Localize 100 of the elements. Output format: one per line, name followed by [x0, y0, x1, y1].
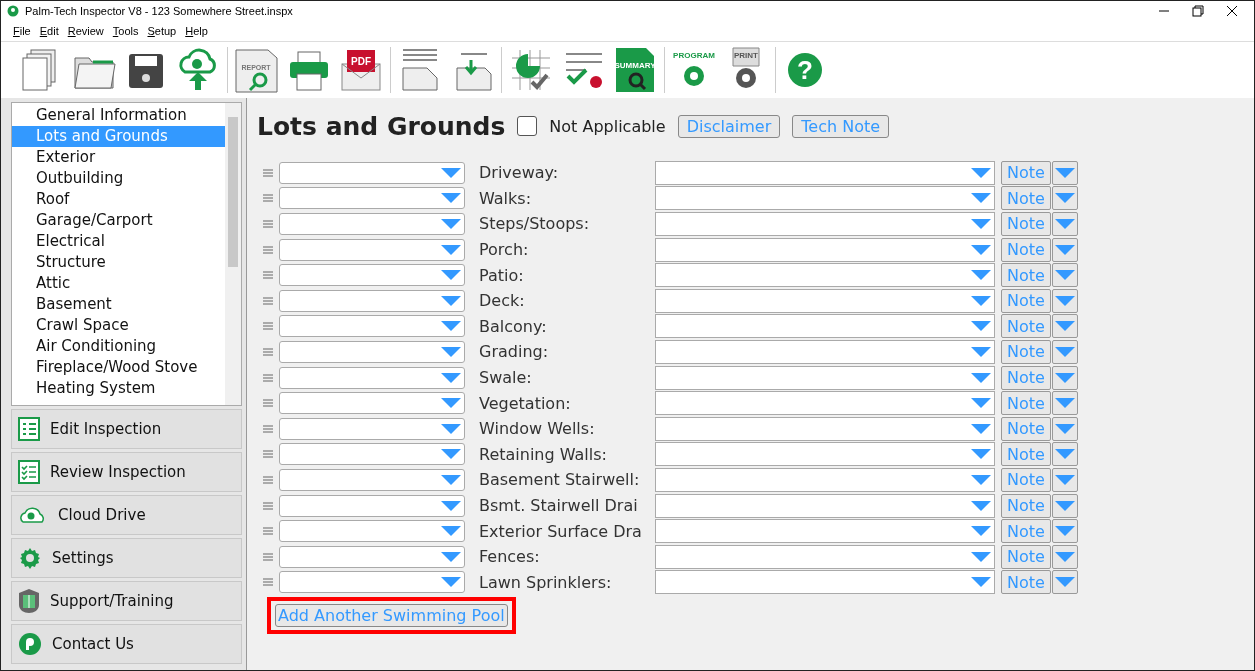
scrollbar[interactable] [225, 103, 241, 405]
dropdown[interactable] [279, 366, 465, 389]
dropdown[interactable] [279, 520, 465, 543]
dropdown[interactable] [279, 494, 465, 517]
dropdown-field[interactable] [655, 288, 995, 313]
close-icon[interactable] [1226, 5, 1238, 17]
dropdown-field[interactable] [655, 519, 995, 544]
program-gear-icon-button[interactable]: PROGRAM [671, 45, 717, 95]
menu-item[interactable]: Edit [39, 25, 59, 37]
note-menu-button[interactable] [1052, 160, 1078, 185]
note-menu-button[interactable] [1052, 288, 1078, 313]
note-menu-button[interactable] [1052, 544, 1078, 569]
nav-button[interactable]: Contact Us [11, 624, 242, 664]
drag-handle-icon[interactable] [263, 194, 273, 203]
note-menu-button[interactable] [1052, 391, 1078, 416]
dropdown[interactable] [279, 289, 465, 312]
note-menu-button[interactable] [1052, 237, 1078, 262]
note-menu-button[interactable] [1052, 365, 1078, 390]
dropdown[interactable] [279, 161, 465, 184]
nav-button[interactable]: Support/Training [11, 581, 242, 621]
print-gear-icon-button[interactable]: PRINT [723, 45, 769, 95]
nav-button[interactable]: Review Inspection [11, 452, 242, 492]
section-item[interactable]: Basement [12, 294, 225, 315]
dropdown[interactable] [279, 187, 465, 210]
note-menu-button[interactable] [1052, 314, 1078, 339]
drag-handle-icon[interactable] [263, 373, 273, 382]
drag-handle-icon[interactable] [263, 424, 273, 433]
menu-item[interactable]: Setup [147, 25, 177, 37]
drag-handle-icon[interactable] [263, 168, 273, 177]
section-item[interactable]: Heating System [12, 378, 225, 399]
note-menu-button[interactable] [1052, 493, 1078, 518]
dropdown-field[interactable] [655, 544, 995, 569]
dropdown-field[interactable] [655, 365, 995, 390]
dropdown-field[interactable] [655, 391, 995, 416]
dropdown-field[interactable] [655, 212, 995, 236]
dropdown-field[interactable] [655, 263, 995, 288]
note-menu-button[interactable] [1052, 442, 1078, 467]
section-item[interactable]: Exterior [12, 147, 225, 168]
restore-icon[interactable] [1192, 5, 1204, 17]
section-item[interactable]: Outbuilding [12, 168, 225, 189]
menu-item[interactable]: Tools [112, 25, 139, 37]
section-item[interactable]: Structure [12, 252, 225, 273]
drag-handle-icon[interactable] [263, 271, 273, 280]
dropdown[interactable] [279, 417, 465, 440]
dropdown-field[interactable] [655, 237, 995, 262]
section-item[interactable]: Attic [12, 273, 225, 294]
section-item[interactable]: Roof [12, 189, 225, 210]
drag-handle-icon[interactable] [263, 322, 273, 331]
nav-button[interactable]: Settings [11, 538, 242, 578]
dropdown-field[interactable] [655, 339, 995, 364]
drag-handle-icon[interactable] [263, 296, 273, 305]
drag-handle-icon[interactable] [263, 220, 273, 228]
dropdown[interactable] [279, 443, 465, 466]
nav-button[interactable]: Cloud Drive [11, 495, 242, 535]
drag-handle-icon[interactable] [263, 552, 273, 561]
menu-item[interactable]: Help [185, 25, 208, 37]
note-menu-button[interactable] [1052, 519, 1078, 544]
drag-handle-icon[interactable] [263, 450, 273, 459]
drag-handle-icon[interactable] [263, 399, 273, 408]
pdf-envelope-icon-button[interactable]: PDF [338, 45, 384, 95]
dropdown[interactable] [279, 264, 465, 287]
nav-button[interactable]: Edit Inspection [11, 409, 242, 449]
dropdown[interactable] [279, 468, 465, 491]
drag-handle-icon[interactable] [263, 578, 273, 587]
menu-item[interactable]: Review [67, 25, 104, 37]
dropdown[interactable] [279, 238, 465, 261]
dropdown[interactable] [279, 545, 465, 568]
dropdown[interactable] [279, 315, 465, 338]
dropdown-field[interactable] [655, 570, 995, 595]
note-menu-button[interactable] [1052, 570, 1078, 595]
drag-handle-icon[interactable] [263, 245, 273, 254]
dropdown[interactable] [279, 340, 465, 363]
checkbox[interactable] [517, 116, 538, 136]
drag-handle-icon[interactable] [263, 501, 273, 510]
section-item[interactable]: Air Conditioning [12, 336, 225, 357]
dropdown-field[interactable] [655, 314, 995, 339]
drag-handle-icon[interactable] [263, 527, 273, 536]
dropdown-field[interactable] [655, 160, 995, 185]
section-item[interactable]: Crawl Space [12, 315, 225, 336]
dropdown-field[interactable] [655, 416, 995, 441]
dropdown-field[interactable] [655, 493, 995, 518]
menu-item[interactable]: File [13, 25, 31, 37]
dropdown[interactable] [279, 213, 465, 235]
drag-handle-icon[interactable] [263, 475, 273, 484]
note-menu-button[interactable] [1052, 263, 1078, 288]
note-menu-button[interactable] [1052, 186, 1078, 211]
note-menu-button[interactable] [1052, 467, 1078, 492]
note-menu-button[interactable] [1052, 339, 1078, 364]
dropdown-field[interactable] [655, 186, 995, 211]
section-item[interactable]: Garage/Carport [12, 210, 225, 231]
section-item[interactable]: Electrical [12, 231, 225, 252]
note-menu-button[interactable] [1052, 416, 1078, 441]
dropdown-field[interactable] [655, 442, 995, 467]
section-item[interactable]: General Information [12, 105, 225, 126]
dropdown[interactable] [279, 392, 465, 415]
drag-handle-icon[interactable] [263, 347, 273, 356]
note-menu-button[interactable] [1052, 212, 1078, 236]
dropdown[interactable] [279, 571, 465, 594]
section-item[interactable]: Fireplace/Wood Stove [12, 357, 225, 378]
dropdown-field[interactable] [655, 467, 995, 492]
